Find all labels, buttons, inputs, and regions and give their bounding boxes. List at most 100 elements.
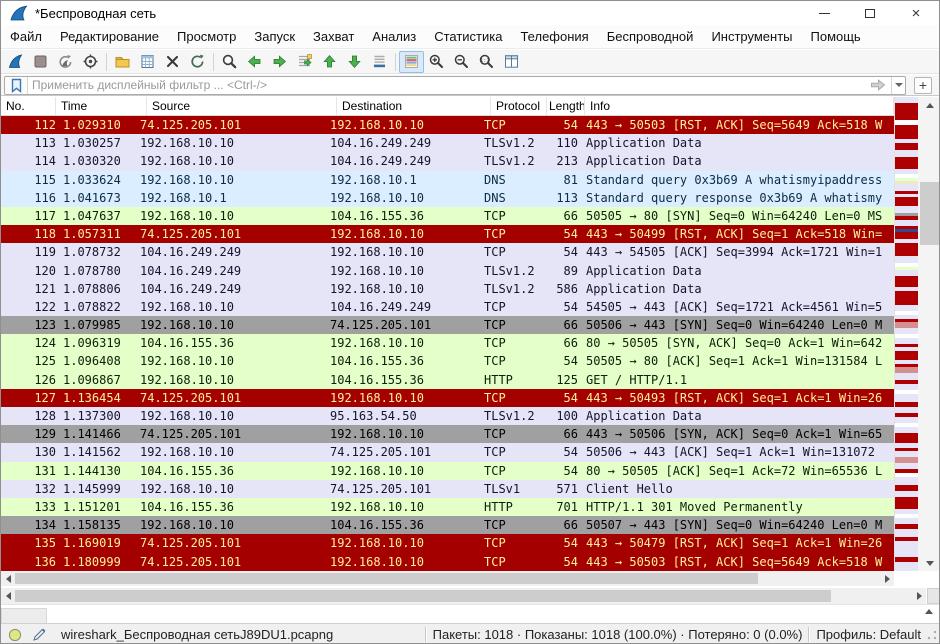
maximize-button[interactable]	[847, 1, 893, 25]
menu-item-9[interactable]: Беспроводной	[598, 26, 703, 47]
close-button[interactable]: ×	[893, 1, 939, 25]
menu-item-10[interactable]: Инструменты	[702, 26, 801, 47]
packet-row[interactable]: 1141.030320192.168.10.10104.16.249.249TL…	[1, 152, 894, 170]
packet-row[interactable]: 1301.141562192.168.10.1074.125.205.101TC…	[1, 443, 894, 461]
scroll-up-button[interactable]	[918, 97, 940, 113]
menu-item-5[interactable]: Захват	[304, 26, 363, 47]
find-packet-icon[interactable]	[217, 51, 242, 73]
resize-grip[interactable]	[927, 630, 937, 640]
packet-row[interactable]: 1171.047637192.168.10.10104.16.155.36TCP…	[1, 207, 894, 225]
save-file-icon[interactable]	[135, 51, 160, 73]
start-capture-icon[interactable]	[3, 51, 28, 73]
cell-time: 1.047637	[56, 207, 140, 225]
packet-row[interactable]: 1241.096319104.16.155.36192.168.10.10TCP…	[1, 334, 894, 352]
pane-handle[interactable]	[1, 608, 47, 624]
packet-row[interactable]: 1201.078780104.16.249.249192.168.10.10TL…	[1, 262, 894, 280]
column-header-protocol[interactable]: Protocol	[491, 97, 547, 115]
filter-dropdown-button[interactable]	[891, 77, 905, 94]
cell-destination: 104.16.155.36	[330, 352, 484, 370]
packet-row[interactable]: 1321.145999192.168.10.1074.125.205.101TL…	[1, 480, 894, 498]
menu-item-2[interactable]: Редактирование	[51, 26, 168, 47]
zoom-out-icon[interactable]	[449, 51, 474, 73]
cell-source: 192.168.10.10	[140, 134, 330, 152]
last-packet-icon[interactable]	[342, 51, 367, 73]
restart-capture-icon[interactable]	[53, 51, 78, 73]
column-header-destination[interactable]: Destination	[337, 97, 491, 115]
cell-source: 104.16.249.249	[140, 243, 330, 261]
filter-apply-button[interactable]	[865, 77, 891, 94]
colorize-icon[interactable]	[399, 51, 424, 73]
packet-row[interactable]: 1231.079985192.168.10.1074.125.205.101TC…	[1, 316, 894, 334]
autoscroll-icon[interactable]	[367, 51, 392, 73]
scroll-left-button[interactable]	[1, 588, 15, 604]
stop-capture-icon[interactable]	[28, 51, 53, 73]
packet-row[interactable]: 1331.151201104.16.155.36192.168.10.10HTT…	[1, 498, 894, 516]
profile-label[interactable]: Профиль: Default	[816, 627, 921, 642]
packet-row[interactable]: 1251.096408192.168.10.10104.16.155.36TCP…	[1, 352, 894, 370]
scroll-left-button[interactable]	[1, 571, 15, 586]
detail-pane-hscrollbar[interactable]	[1, 588, 926, 604]
zoom-in-icon[interactable]	[424, 51, 449, 73]
vertical-scrollbar[interactable]	[918, 97, 940, 571]
cell-time: 1.078780	[56, 262, 140, 280]
pane-scroll-up-icon[interactable]	[925, 609, 933, 614]
goto-packet-icon[interactable]	[292, 51, 317, 73]
display-filter-input[interactable]	[28, 78, 865, 93]
cell-no: 127	[1, 389, 56, 407]
column-header-info[interactable]: Info	[585, 97, 894, 115]
scroll-right-button[interactable]	[912, 588, 926, 604]
resize-columns-icon[interactable]	[499, 51, 524, 73]
capture-comment-button[interactable]	[29, 627, 49, 642]
zoom-100-icon[interactable]: 1:1	[474, 51, 499, 73]
column-header-time[interactable]: Time	[56, 97, 147, 115]
cell-info: 50507 → 443 [SYN] Seq=0 Win=64240 Len=0 …	[578, 516, 894, 534]
menu-item-6[interactable]: Анализ	[363, 26, 425, 47]
scroll-right-button[interactable]	[880, 571, 894, 586]
column-header-no[interactable]: No.	[1, 97, 56, 115]
menu-item-11[interactable]: Помощь	[802, 26, 870, 47]
menu-item-8[interactable]: Телефония	[511, 26, 597, 47]
menu-item-1[interactable]: Файл	[1, 26, 51, 47]
cell-destination: 104.16.249.249	[330, 152, 484, 170]
column-header-length[interactable]: Length	[547, 97, 585, 115]
scroll-down-button[interactable]	[918, 555, 940, 571]
packet-row[interactable]: 1281.137300192.168.10.1095.163.54.50TLSv…	[1, 407, 894, 425]
next-packet-icon[interactable]	[267, 51, 292, 73]
reload-file-icon[interactable]	[185, 51, 210, 73]
packet-row[interactable]: 1181.05731174.125.205.101192.168.10.10TC…	[1, 225, 894, 243]
filter-add-button[interactable]: +	[914, 77, 932, 94]
open-file-icon[interactable]	[110, 51, 135, 73]
intelligent-scrollbar-minimap[interactable]	[894, 97, 918, 571]
menu-item-3[interactable]: Просмотр	[168, 26, 245, 47]
packet-list-hscrollbar[interactable]	[1, 571, 894, 586]
packet-row[interactable]: 1191.078732104.16.249.249192.168.10.10TC…	[1, 243, 894, 261]
menu-item-7[interactable]: Статистика	[425, 26, 511, 47]
expert-info-button[interactable]	[5, 628, 25, 642]
packet-row[interactable]: 1151.033624192.168.10.10192.168.10.1DNS8…	[1, 171, 894, 189]
first-packet-icon[interactable]	[317, 51, 342, 73]
hscrollbar-thumb[interactable]	[15, 590, 831, 602]
column-header-source[interactable]: Source	[147, 97, 337, 115]
menu-item-4[interactable]: Запуск	[245, 26, 304, 47]
minimap-stripe	[895, 243, 918, 256]
vertical-scrollbar-thumb[interactable]	[920, 182, 939, 245]
packet-row[interactable]: 1341.158135192.168.10.10104.16.155.36TCP…	[1, 516, 894, 534]
packet-row[interactable]: 1271.13645474.125.205.101192.168.10.10TC…	[1, 389, 894, 407]
capture-options-icon[interactable]	[78, 51, 103, 73]
packet-row[interactable]: 1221.078822192.168.10.10104.16.249.249TC…	[1, 298, 894, 316]
previous-packet-icon[interactable]	[242, 51, 267, 73]
packet-row[interactable]: 1121.02931074.125.205.101192.168.10.10TC…	[1, 116, 894, 134]
packet-row[interactable]: 1361.18099974.125.205.101192.168.10.10TC…	[1, 553, 894, 571]
filter-bookmark-button[interactable]	[5, 77, 28, 94]
packet-row[interactable]: 1131.030257192.168.10.10104.16.249.249TL…	[1, 134, 894, 152]
packet-row[interactable]: 1161.041673192.168.10.1192.168.10.10DNS1…	[1, 189, 894, 207]
packet-row[interactable]: 1211.078806104.16.249.249192.168.10.10TL…	[1, 280, 894, 298]
packet-row[interactable]: 1261.096867192.168.10.10104.16.155.36HTT…	[1, 371, 894, 389]
minimize-button[interactable]	[801, 1, 847, 25]
packet-row[interactable]: 1351.16901974.125.205.101192.168.10.10TC…	[1, 534, 894, 552]
packet-row[interactable]: 1291.14146674.125.205.101192.168.10.10TC…	[1, 425, 894, 443]
cell-info: 443 → 54505 [ACK] Seq=3994 Ack=1721 Win=…	[578, 243, 894, 261]
hscrollbar-thumb[interactable]	[15, 573, 758, 584]
packet-row[interactable]: 1311.144130104.16.155.36192.168.10.10TCP…	[1, 462, 894, 480]
close-file-icon[interactable]	[160, 51, 185, 73]
